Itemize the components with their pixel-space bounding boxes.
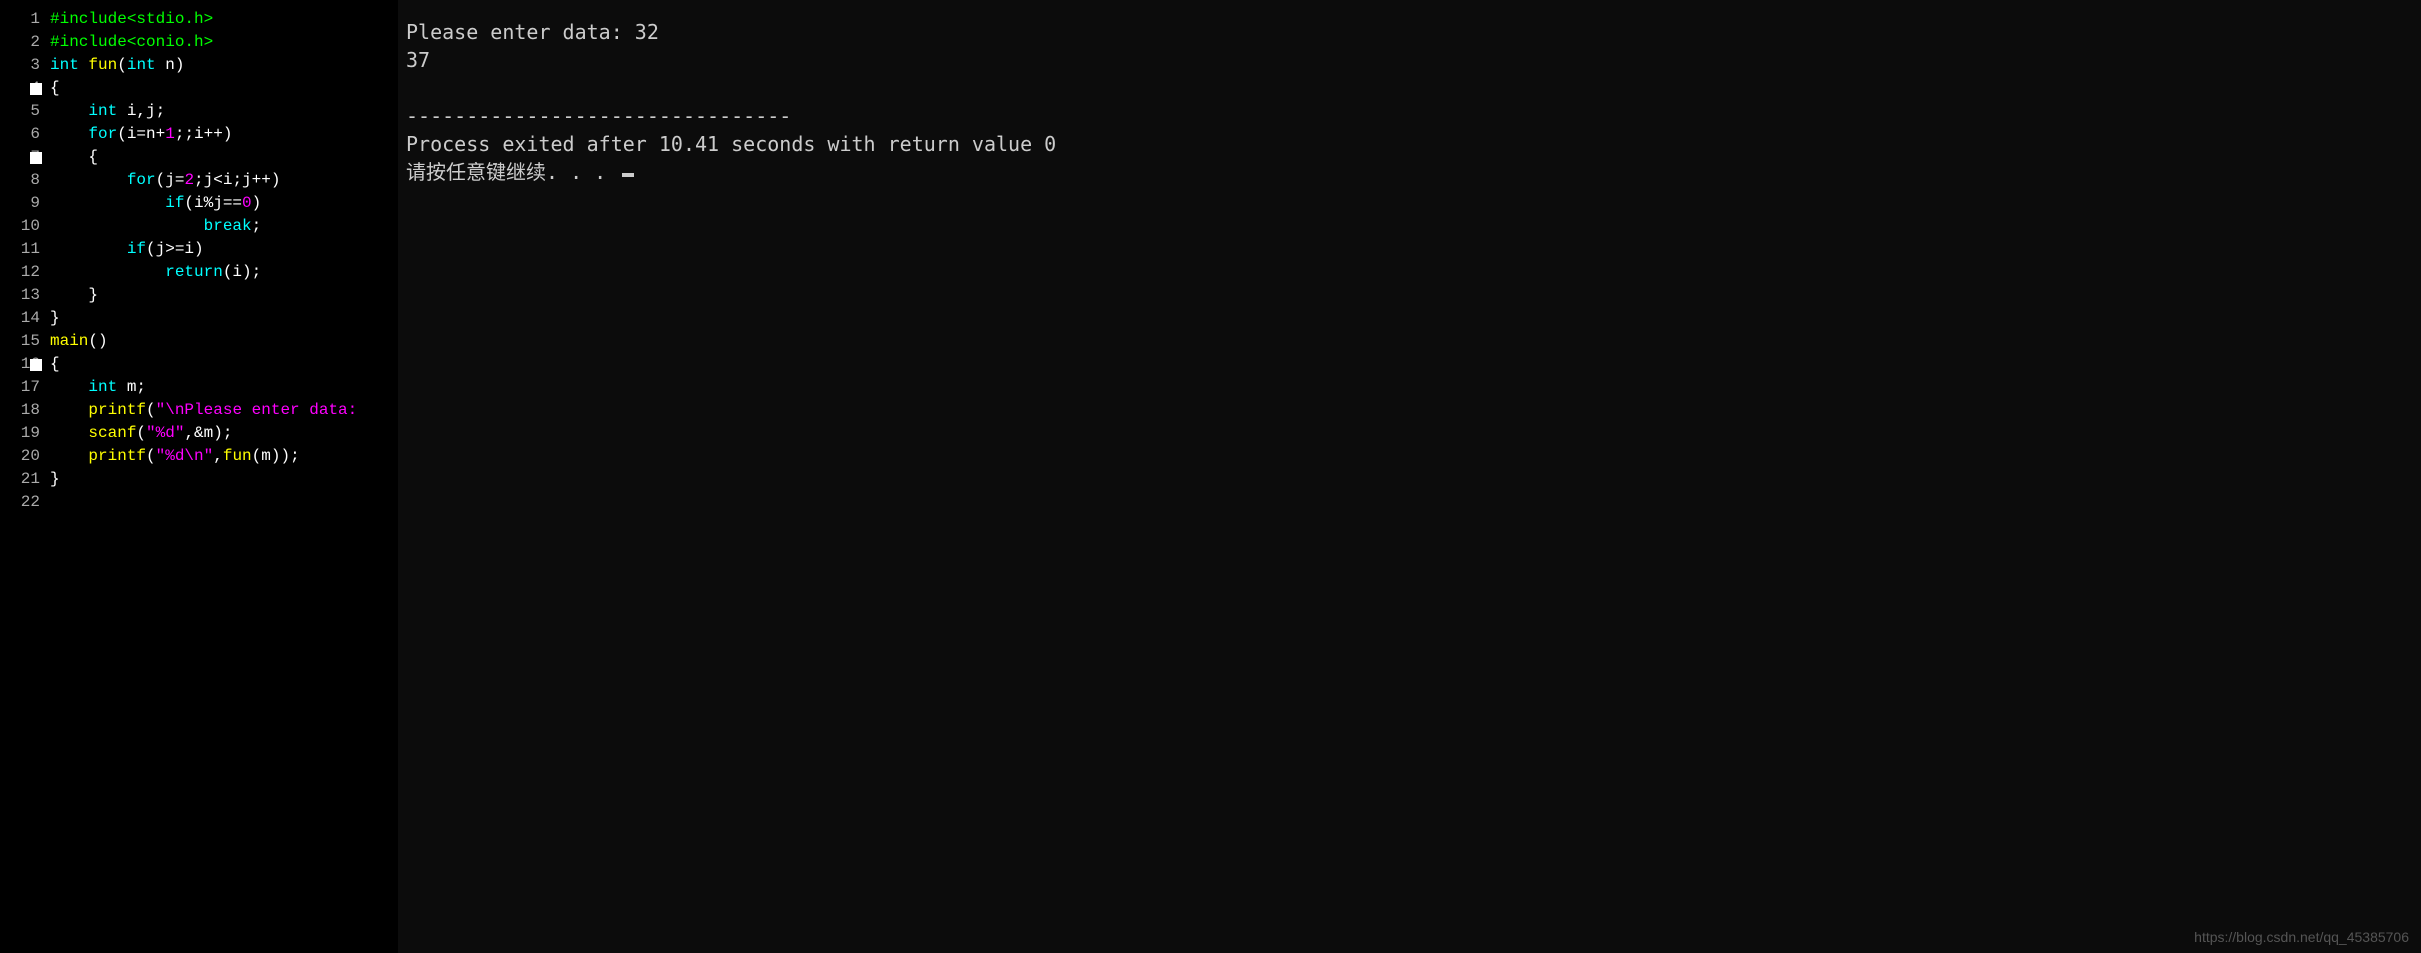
code-line[interactable]: scanf("%d",&m); (50, 422, 398, 445)
console-continue-prompt: 请按任意键继续. . . (406, 158, 2413, 186)
line-number: 18 (0, 399, 40, 422)
console-exit-message: Process exited after 10.41 seconds with … (406, 130, 2413, 158)
console-prompt-line: Please enter data: 32 (406, 18, 2413, 46)
code-line[interactable]: #include<stdio.h> (50, 8, 398, 31)
line-number: 20 (0, 445, 40, 468)
code-line[interactable]: if(j>=i) (50, 238, 398, 261)
code-line[interactable]: #include<conio.h> (50, 31, 398, 54)
line-number-gutter: 12345678910111213141516171819202122 (0, 0, 50, 953)
code-editor-pane: 12345678910111213141516171819202122 #inc… (0, 0, 398, 953)
code-line[interactable]: int fun(int n) (50, 54, 398, 77)
line-number: 22 (0, 491, 40, 514)
cursor-icon (622, 173, 634, 177)
line-number: 3 (0, 54, 40, 77)
fold-marker-icon[interactable] (30, 152, 42, 164)
line-number: 12 (0, 261, 40, 284)
code-area[interactable]: #include<stdio.h>#include<conio.h>int fu… (50, 0, 398, 953)
line-number: 11 (0, 238, 40, 261)
code-line[interactable]: } (50, 468, 398, 491)
line-number: 9 (0, 192, 40, 215)
code-line[interactable]: main() (50, 330, 398, 353)
line-number: 6 (0, 123, 40, 146)
line-number: 15 (0, 330, 40, 353)
code-line[interactable]: } (50, 284, 398, 307)
line-number: 13 (0, 284, 40, 307)
console-output-line: 37 (406, 46, 2413, 74)
code-line[interactable]: if(i%j==0) (50, 192, 398, 215)
line-number: 2 (0, 31, 40, 54)
code-line[interactable]: int m; (50, 376, 398, 399)
watermark-text: https://blog.csdn.net/qq_45385706 (2194, 929, 2409, 945)
code-line[interactable]: for(i=n+1;;i++) (50, 123, 398, 146)
code-line[interactable]: return(i); (50, 261, 398, 284)
line-number: 5 (0, 100, 40, 123)
code-line[interactable]: { (50, 353, 398, 376)
console-output-pane[interactable]: Please enter data: 32 37 ---------------… (398, 0, 2421, 953)
line-number: 17 (0, 376, 40, 399)
console-separator: -------------------------------- (406, 102, 2413, 130)
code-line[interactable]: { (50, 146, 398, 169)
fold-marker-icon[interactable] (30, 359, 42, 371)
line-number: 14 (0, 307, 40, 330)
line-number: 1 (0, 8, 40, 31)
line-number: 10 (0, 215, 40, 238)
console-blank (406, 74, 2413, 102)
fold-marker-icon[interactable] (30, 83, 42, 95)
line-number: 19 (0, 422, 40, 445)
line-number: 8 (0, 169, 40, 192)
code-line[interactable] (50, 491, 398, 514)
code-line[interactable]: break; (50, 215, 398, 238)
code-line[interactable]: { (50, 77, 398, 100)
code-line[interactable]: for(j=2;j<i;j++) (50, 169, 398, 192)
line-number: 21 (0, 468, 40, 491)
code-line[interactable]: printf("\nPlease enter data: (50, 399, 398, 422)
code-line[interactable]: printf("%d\n",fun(m)); (50, 445, 398, 468)
code-line[interactable]: int i,j; (50, 100, 398, 123)
code-line[interactable]: } (50, 307, 398, 330)
